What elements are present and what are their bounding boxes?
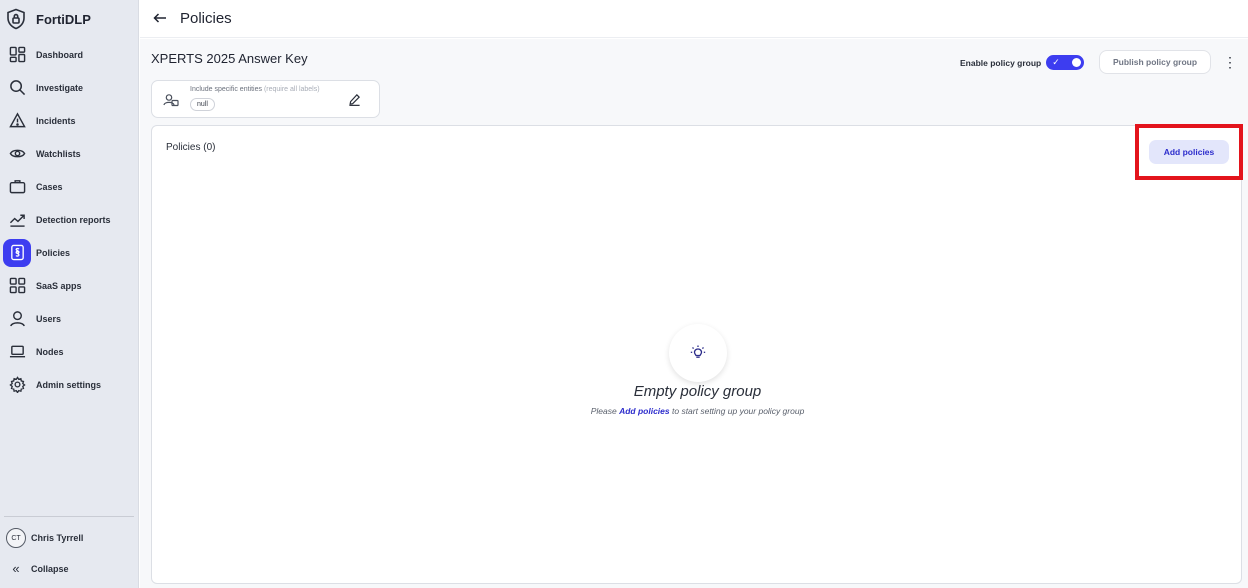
- user-icon: [3, 305, 31, 333]
- search-icon: [3, 74, 31, 102]
- sidebar-item-policies[interactable]: Policies: [0, 236, 139, 269]
- sidebar-item-label: Admin settings: [36, 379, 102, 390]
- sidebar-item-label: Detection reports: [36, 214, 111, 225]
- more-options-button[interactable]: ⋮: [1223, 53, 1237, 71]
- sidebar-item-label: Nodes: [36, 346, 64, 357]
- sidebar-item-users[interactable]: Users: [0, 302, 139, 335]
- app-name: FortiDLP: [36, 11, 91, 27]
- main-content: XPERTS 2025 Answer Key Enable policy gro…: [140, 39, 1248, 588]
- enable-policy-group-label: Enable policy group: [960, 57, 1042, 68]
- publish-policy-group-button[interactable]: Publish policy group: [1099, 50, 1211, 74]
- sidebar: FortiDLP Dashboard Investigate Incidents…: [0, 0, 139, 588]
- shield-lock-icon: [7, 8, 25, 30]
- entities-label: Include specific entities (require all l…: [190, 86, 320, 93]
- collapse-label: Collapse: [31, 564, 69, 574]
- eye-icon: [3, 140, 31, 168]
- sidebar-item-label: Investigate: [36, 82, 84, 93]
- highlight-box: [1135, 124, 1243, 180]
- sidebar-divider: [4, 516, 134, 517]
- sidebar-item-admin-settings[interactable]: Admin settings: [0, 368, 139, 401]
- sidebar-item-investigate[interactable]: Investigate: [0, 71, 139, 104]
- trend-chart-icon: [3, 206, 31, 234]
- sidebar-item-label: Policies: [36, 247, 71, 258]
- sidebar-item-detection-reports[interactable]: Detection reports: [0, 203, 139, 236]
- enable-policy-group: Enable policy group ✓: [960, 55, 1085, 70]
- edit-entities-button[interactable]: [348, 93, 362, 107]
- laptop-icon: [3, 338, 31, 366]
- sidebar-item-label: Incidents: [36, 115, 76, 126]
- sidebar-item-label: Watchlists: [36, 148, 81, 159]
- policies-card: Policies (0) Add policies Empty policy g…: [151, 124, 1243, 584]
- entities-hint: (require all labels): [263, 86, 320, 93]
- sidebar-item-watchlists[interactable]: Watchlists: [0, 137, 139, 170]
- sidebar-item-label: SaaS apps: [36, 280, 82, 291]
- entity-chip: null: [190, 98, 215, 111]
- check-icon: ✓: [1052, 57, 1060, 67]
- more-vertical-icon: ⋮: [1223, 54, 1237, 70]
- policy-document-icon: [3, 238, 31, 267]
- sidebar-item-cases[interactable]: Cases: [0, 170, 139, 203]
- double-chevron-left-icon: «: [12, 561, 20, 576]
- sidebar-item-saas-apps[interactable]: SaaS apps: [0, 269, 139, 302]
- empty-state-icon: [669, 324, 727, 382]
- policies-count-title: Policies (0): [166, 142, 216, 153]
- add-policies-link[interactable]: Add policies: [619, 406, 670, 416]
- user-profile[interactable]: CT Chris Tyrrell: [6, 528, 83, 548]
- enable-policy-group-toggle[interactable]: ✓: [1046, 55, 1085, 70]
- user-name: Chris Tyrrell: [31, 533, 84, 543]
- back-button[interactable]: [152, 10, 168, 26]
- policy-group-title: XPERTS 2025 Answer Key: [151, 51, 308, 66]
- briefcase-icon: [3, 173, 31, 201]
- sidebar-item-label: Dashboard: [36, 49, 84, 60]
- brand[interactable]: FortiDLP: [6, 8, 91, 30]
- collapse-button[interactable]: « Collapse: [9, 561, 69, 576]
- lightbulb-icon: [690, 345, 706, 358]
- sidebar-item-incidents[interactable]: Incidents: [0, 104, 139, 137]
- dashboard-grid-icon: [3, 41, 31, 69]
- toggle-knob: [1072, 58, 1082, 67]
- avatar: CT: [6, 528, 26, 548]
- entities-filter: Include specific entities (require all l…: [151, 80, 380, 118]
- sidebar-nav: Dashboard Investigate Incidents Watchlis…: [0, 38, 139, 401]
- sidebar-item-label: Cases: [36, 181, 63, 192]
- apps-grid-icon: [3, 272, 31, 300]
- warning-triangle-icon: [3, 107, 31, 135]
- empty-state-message: Please Add policies to start setting up …: [590, 406, 805, 416]
- sidebar-item-dashboard[interactable]: Dashboard: [0, 38, 139, 71]
- gear-icon: [3, 371, 31, 399]
- empty-state-title: Empty policy group: [633, 383, 762, 400]
- sidebar-item-label: Users: [36, 313, 62, 324]
- user-group-icon: [163, 92, 179, 108]
- top-header: Policies: [140, 0, 1248, 38]
- pencil-icon: [349, 93, 360, 106]
- page-title: Policies: [180, 10, 232, 27]
- arrow-left-icon: [153, 13, 166, 23]
- sidebar-item-nodes[interactable]: Nodes: [0, 335, 139, 368]
